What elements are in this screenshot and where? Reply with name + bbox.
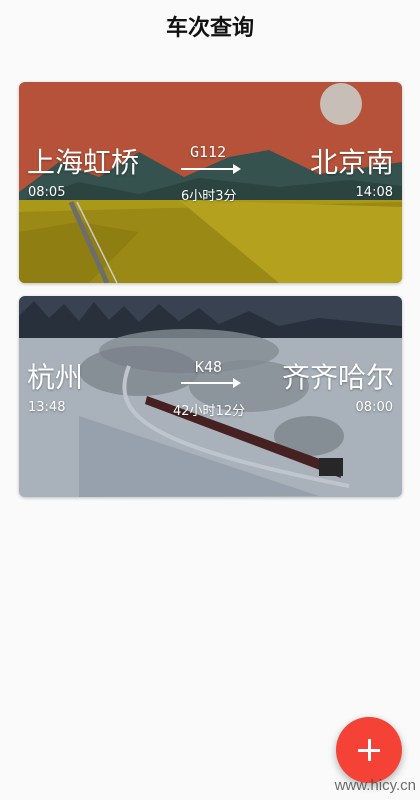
departure-station: 杭州: [27, 361, 84, 394]
arrival-station: 北京南: [309, 146, 394, 179]
arrow-right-icon: [181, 378, 241, 388]
departure-station: 上海虹桥: [27, 146, 140, 179]
trip-card[interactable]: 上海虹桥 08:05 G112 6小时3分 北京南 14:08: [19, 82, 402, 283]
arrival-time: 08:00: [355, 400, 393, 415]
train-number: K48: [195, 358, 223, 376]
arrival-time: 14:08: [355, 185, 393, 200]
page-title: 车次查询: [165, 16, 254, 41]
add-trip-button[interactable]: [336, 717, 402, 783]
app-screen: 车次查询 上海虹桥 08:05 G112 6小时3分 北京南 14:08 杭州 …: [0, 0, 420, 800]
train-number: G112: [190, 143, 227, 161]
landscape-background-image: [19, 82, 402, 283]
snow-train-background-image: [19, 296, 402, 497]
trip-duration: 42小时12分: [173, 404, 246, 419]
watermark: www.hicy.cn: [334, 777, 416, 794]
trip-duration: 6小时3分: [181, 189, 237, 204]
trip-card[interactable]: 杭州 13:48 K48 42小时12分 齐齐哈尔 08:00: [19, 296, 402, 497]
departure-time: 13:48: [28, 400, 66, 415]
arrival-station: 齐齐哈尔: [281, 361, 394, 394]
departure-time: 08:05: [28, 185, 66, 200]
arrow-right-icon: [181, 164, 241, 174]
